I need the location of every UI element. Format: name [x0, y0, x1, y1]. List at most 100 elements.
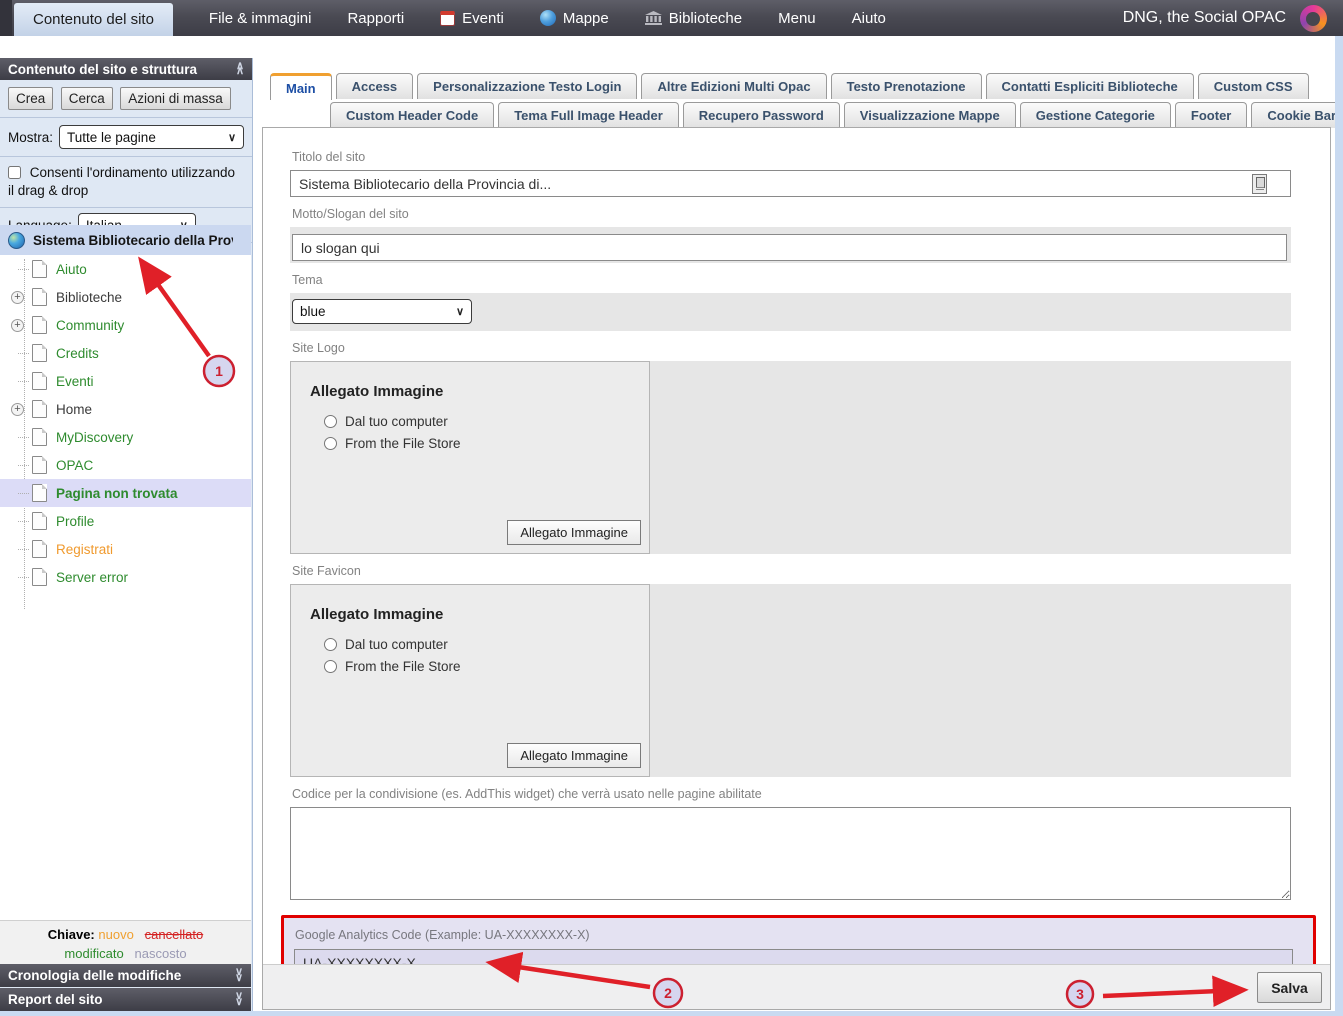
- page-icon: [32, 400, 47, 418]
- tree-item-registrati[interactable]: Registrati: [0, 535, 251, 563]
- titolo-label: Titolo del sito: [292, 150, 1291, 164]
- radio-dal-tuo-computer[interactable]: Dal tuo computer: [324, 414, 649, 429]
- tree-legend: Chiave: nuovo cancellato modificato nasc…: [0, 920, 251, 964]
- nav-left-edge: [0, 0, 12, 36]
- tab-altre-edizioni-multi-opac[interactable]: Altre Edizioni Multi Opac: [641, 73, 826, 99]
- cerca-button[interactable]: Cerca: [61, 87, 113, 110]
- tree-item-pagina-non-trovata[interactable]: Pagina non trovata: [0, 479, 251, 507]
- app-logo: [1300, 5, 1327, 32]
- radio-computer-input[interactable]: [324, 638, 337, 651]
- main-panel: Main Access Personalizzazione Testo Logi…: [262, 73, 1331, 1010]
- tab-custom-css[interactable]: Custom CSS: [1198, 73, 1309, 99]
- codice-condivisione-label: Codice per la condivisione (es. AddThis …: [292, 787, 1291, 801]
- page-icon: [32, 344, 47, 362]
- crea-button[interactable]: Crea: [8, 87, 53, 110]
- radio-computer-input[interactable]: [324, 415, 337, 428]
- nav-item-mappe[interactable]: Mappe: [540, 10, 609, 27]
- tab-contatti-espliciti-biblioteche[interactable]: Contatti Espliciti Biblioteche: [986, 73, 1194, 99]
- nav-item-eventi[interactable]: Eventi: [440, 10, 504, 27]
- tree-item-server-error[interactable]: Server error: [0, 563, 251, 591]
- tree-root-item[interactable]: Sistema Bibliotecario della Provin: [0, 225, 251, 255]
- tab-cookie-bar[interactable]: Cookie Bar: [1251, 102, 1343, 128]
- tabs-row-1: Main Access Personalizzazione Testo Logi…: [270, 73, 1309, 100]
- nav-tab-contenuto-del-sito[interactable]: Contenuto del sito: [14, 3, 173, 36]
- page-icon: [32, 372, 47, 390]
- collapse-up-icon: ∧∧: [236, 64, 244, 75]
- sidebar-header-report[interactable]: Report del sito ∨∨: [0, 988, 251, 1011]
- site-tree: Sistema Bibliotecario della Provin Aiuto…: [0, 225, 251, 920]
- sidebar: Contenuto del sito e struttura ∧∧ Crea C…: [0, 58, 253, 1011]
- page-icon: [32, 512, 47, 530]
- tree-item-biblioteche[interactable]: + Biblioteche: [0, 283, 251, 311]
- site-favicon-band: Allegato Immagine Dal tuo computer From …: [290, 584, 1291, 777]
- tree-item-eventi[interactable]: Eventi: [0, 367, 251, 395]
- legend-nuovo: nuovo: [98, 927, 133, 942]
- tab-testo-prenotazione[interactable]: Testo Prenotazione: [831, 73, 982, 99]
- tema-label: Tema: [292, 273, 1291, 287]
- tree-item-mydiscovery[interactable]: MyDiscovery: [0, 423, 251, 451]
- main-form: Titolo del sito Motto/Slogan del sito Te…: [262, 127, 1331, 1010]
- tree-item-credits[interactable]: Credits: [0, 339, 251, 367]
- page-icon: [32, 484, 47, 502]
- legend-nascosto: nascosto: [135, 946, 187, 961]
- page-icon: [32, 568, 47, 586]
- radio-from-file-store[interactable]: From the File Store: [324, 436, 649, 451]
- mostra-label: Mostra:: [8, 130, 53, 145]
- tree-item-opac[interactable]: OPAC: [0, 451, 251, 479]
- tab-personalizzazione-testo-login[interactable]: Personalizzazione Testo Login: [417, 73, 637, 99]
- drag-drop-checkbox[interactable]: [8, 166, 21, 179]
- titolo-input[interactable]: [290, 170, 1291, 197]
- tab-footer[interactable]: Footer: [1175, 102, 1247, 128]
- radio-dal-tuo-computer[interactable]: Dal tuo computer: [324, 637, 649, 652]
- allegato-immagine-button[interactable]: Allegato Immagine: [507, 520, 641, 545]
- collapse-down-icon: ∨∨: [235, 970, 243, 981]
- sidebar-actions: Crea Cerca Azioni di massa: [0, 80, 252, 118]
- motto-input[interactable]: [292, 234, 1287, 261]
- codice-condivisione-textarea[interactable]: [290, 807, 1291, 900]
- nav-item-menu[interactable]: Menu: [778, 10, 816, 27]
- nav-item-aiuto[interactable]: Aiuto: [852, 10, 886, 27]
- expand-plus-icon[interactable]: +: [11, 319, 24, 332]
- site-favicon-attach-panel: Allegato Immagine Dal tuo computer From …: [290, 584, 650, 777]
- radio-filestore-input[interactable]: [324, 660, 337, 673]
- azioni-di-massa-button[interactable]: Azioni di massa: [120, 87, 231, 110]
- allegato-immagine-button[interactable]: Allegato Immagine: [507, 743, 641, 768]
- salva-button[interactable]: Salva: [1257, 972, 1322, 1003]
- tab-tema-full-image-header[interactable]: Tema Full Image Header: [498, 102, 679, 128]
- page-icon: [32, 540, 47, 558]
- expand-plus-icon[interactable]: +: [11, 291, 24, 304]
- tab-access[interactable]: Access: [336, 73, 414, 99]
- page-frame-right: [1335, 36, 1343, 1016]
- page-icon: [32, 316, 47, 334]
- drag-drop-label: Consenti l'ordinamento utilizzando il dr…: [8, 165, 235, 198]
- site-logo-band: Allegato Immagine Dal tuo computer From …: [290, 361, 1291, 554]
- tree-item-home[interactable]: + Home: [0, 395, 251, 423]
- nav-item-rapporti[interactable]: Rapporti: [347, 10, 404, 27]
- tree-item-profile[interactable]: Profile: [0, 507, 251, 535]
- page-icon: [32, 288, 47, 306]
- tema-select[interactable]: blue ∨: [292, 299, 472, 324]
- text-widget-icon[interactable]: [1252, 174, 1267, 194]
- tree-item-aiuto[interactable]: Aiuto: [0, 255, 251, 283]
- tab-gestione-categorie[interactable]: Gestione Categorie: [1020, 102, 1171, 128]
- sidebar-header-cronologia[interactable]: Cronologia delle modifiche ∨∨: [0, 964, 251, 987]
- site-globe-icon: [8, 232, 25, 249]
- site-logo-attach-panel: Allegato Immagine Dal tuo computer From …: [290, 361, 650, 554]
- tab-visualizzazione-mappe[interactable]: Visualizzazione Mappe: [844, 102, 1016, 128]
- expand-plus-icon[interactable]: +: [11, 403, 24, 416]
- top-navigation: Contenuto del sito File & immagini Rappo…: [0, 0, 1343, 36]
- collapse-down-icon: ∨∨: [235, 994, 243, 1005]
- tree-item-community[interactable]: + Community: [0, 311, 251, 339]
- radio-filestore-input[interactable]: [324, 437, 337, 450]
- radio-from-file-store[interactable]: From the File Store: [324, 659, 649, 674]
- tab-custom-header-code[interactable]: Custom Header Code: [330, 102, 494, 128]
- nav-item-file-immagini[interactable]: File & immagini: [209, 10, 312, 27]
- bank-icon: [645, 11, 662, 25]
- chevron-down-icon: ∨: [228, 131, 236, 144]
- mostra-select[interactable]: Tutte le pagine ∨: [59, 125, 244, 149]
- sidebar-header-contenuto[interactable]: Contenuto del sito e struttura ∧∧: [0, 58, 252, 80]
- nav-item-biblioteche[interactable]: Biblioteche: [645, 10, 742, 27]
- nav-active-label: Contenuto del sito: [33, 11, 154, 28]
- tab-recupero-password[interactable]: Recupero Password: [683, 102, 840, 128]
- tab-main[interactable]: Main: [270, 73, 332, 100]
